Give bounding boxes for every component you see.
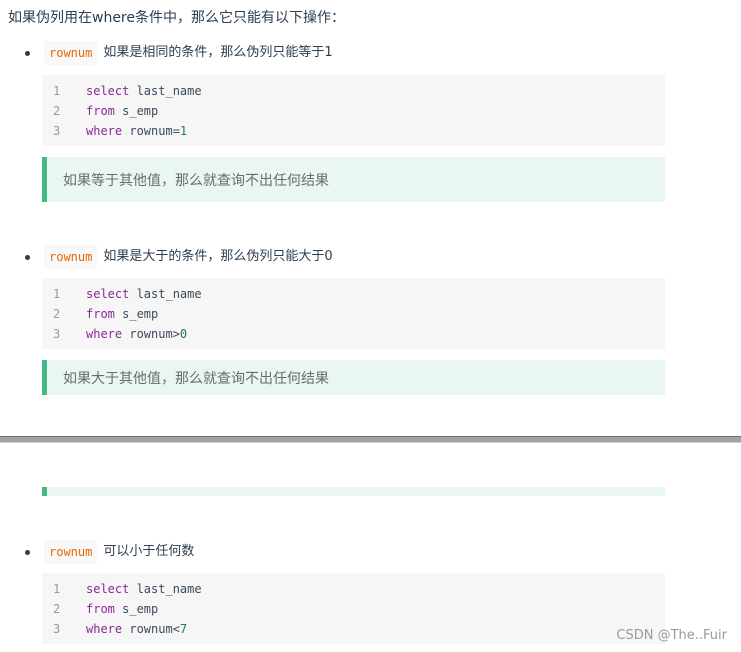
- line-number: 2: [53, 307, 61, 321]
- tip-text: 如果大于其他值，那么就查询不出任何结果: [63, 370, 329, 387]
- code-text: s_emp: [114, 307, 159, 321]
- page-divider: [0, 436, 741, 443]
- intro-text: 如果伪列用在where条件中，那么它只能有以下操作：: [8, 10, 345, 26]
- line-number: 2: [53, 602, 61, 616]
- keyword: select: [86, 84, 130, 98]
- number-literal: 1: [179, 124, 188, 138]
- number-literal: 7: [179, 622, 188, 636]
- code-block: 1 select last_name 2 from s_emp 3 where row…: [42, 75, 665, 146]
- empty-tip-box: [42, 487, 665, 496]
- watermark: CSDN @The..Fuir: [616, 628, 727, 643]
- code-text: s_emp: [114, 602, 159, 616]
- keyword: from: [86, 104, 115, 118]
- tip-box: 如果等于其他值，那么就查询不出任何结果: [42, 157, 665, 202]
- list-item-text: 如果是相同的条件，那么伪列只能等于1: [103, 45, 333, 60]
- code-text: last_name: [129, 84, 202, 98]
- line-number: 3: [53, 327, 61, 341]
- list-item-text: 可以小于任何数: [103, 544, 195, 559]
- list-item: rownum 可以小于任何数: [25, 540, 194, 564]
- list-item: rownum 如果是大于的条件，那么伪列只能大于0: [25, 245, 333, 269]
- tip-box: 如果大于其他值，那么就查询不出任何结果: [42, 360, 665, 395]
- code-line: 2 from s_emp: [42, 599, 665, 619]
- line-number: 1: [53, 287, 61, 301]
- code-line: 3 where rownum< 7: [42, 619, 665, 639]
- code-text: rownum>: [122, 327, 180, 341]
- inline-code: rownum: [44, 245, 98, 269]
- keyword: from: [86, 602, 115, 616]
- line-number: 1: [53, 582, 61, 596]
- bullet-dot: [25, 254, 30, 260]
- code-text: last_name: [129, 287, 202, 301]
- code-line: 1 select last_name: [42, 81, 665, 101]
- line-number: 3: [53, 124, 61, 138]
- number-literal: 0: [179, 327, 188, 341]
- inline-code: rownum: [44, 41, 98, 65]
- inline-code: rownum: [44, 540, 98, 564]
- list-item-text: 如果是大于的条件，那么伪列只能大于0: [103, 249, 333, 264]
- keyword: from: [86, 307, 115, 321]
- list-item: rownum 如果是相同的条件，那么伪列只能等于1: [25, 41, 333, 65]
- line-number: 2: [53, 104, 61, 118]
- tip-text: 如果等于其他值，那么就查询不出任何结果: [63, 172, 329, 189]
- code-line: 3 where rownum= 1: [42, 121, 665, 141]
- keyword: select: [86, 582, 130, 596]
- code-line: 3 where rownum> 0: [42, 324, 665, 344]
- code-line: 1 select last_name: [42, 579, 665, 599]
- bullet-dot: [25, 549, 30, 555]
- keyword: where: [86, 622, 123, 636]
- code-text: s_emp: [114, 104, 159, 118]
- code-text: rownum=: [122, 124, 180, 138]
- code-text: last_name: [129, 582, 202, 596]
- keyword: where: [86, 327, 123, 341]
- code-block: 1 select last_name 2 from s_emp 3 where row…: [42, 573, 665, 644]
- code-line: 2 from s_emp: [42, 304, 665, 324]
- keyword: where: [86, 124, 123, 138]
- code-line: 2 from s_emp: [42, 101, 665, 121]
- line-number: 1: [53, 84, 61, 98]
- bullet-dot: [25, 50, 30, 56]
- code-text: rownum<: [122, 622, 180, 636]
- line-number: 3: [53, 622, 61, 636]
- code-line: 1 select last_name: [42, 284, 665, 304]
- code-block: 1 select last_name 2 from s_emp 3 where row…: [42, 278, 665, 349]
- keyword: select: [86, 287, 130, 301]
